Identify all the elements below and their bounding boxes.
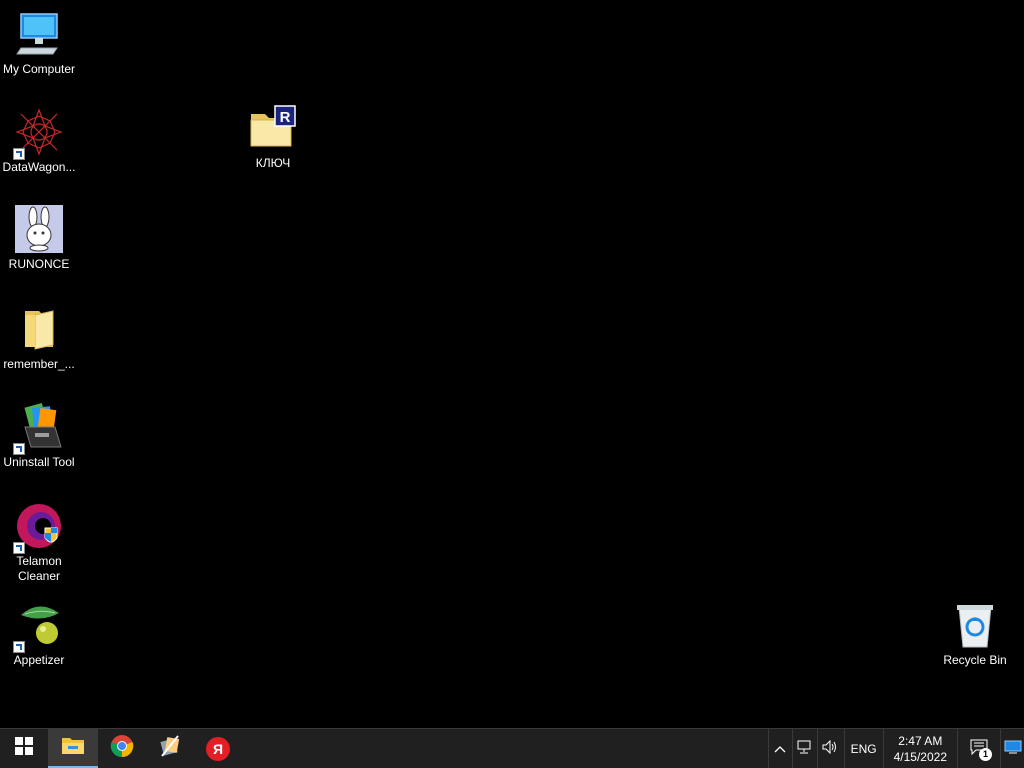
chevron-up-icon [774,742,786,756]
action-center-button[interactable]: 1 [957,729,1000,768]
clock-date: 4/15/2022 [893,749,947,764]
volume-button[interactable] [816,729,844,768]
windows-logo-icon [15,737,33,760]
desktop-icon-my-computer[interactable]: My Computer [0,10,78,77]
file-explorer-icon [62,736,84,759]
input-language-button[interactable]: ENG [843,729,883,768]
desktop-icon-remember[interactable]: remember_... [0,305,78,372]
desktop-icon-label: RUNONCE [8,257,70,271]
taskbar-file-explorer[interactable] [48,729,98,768]
chrome-icon [110,734,134,763]
desktop-icon-label: Telamon Cleaner [16,554,62,583]
appetizer-icon [13,601,63,653]
shortcut-arrow-icon [13,443,25,455]
taskbar: Я ENG 2:47 AM 4/15/2022 1 [0,728,1024,768]
shortcut-arrow-icon [13,148,25,160]
desktop-icon-appetizer[interactable]: Appetizer [0,601,78,668]
recycle-bin-icon [951,601,999,649]
desktop-icon-recycle-bin[interactable]: Recycle Bin [936,601,1014,668]
desktop-icon-kluch[interactable]: R КЛЮЧ [234,104,312,171]
desktop-icon-datawagon[interactable]: DataWagon... [0,108,78,175]
taskbar-yandex[interactable]: Я [194,729,242,768]
show-desktop-button[interactable] [1000,729,1024,768]
yandex-letter: Я [212,740,224,757]
shortcut-arrow-icon [13,641,25,653]
desktop-icon-label: DataWagon... [2,160,76,174]
desktop-icon-label: Appetizer [13,653,65,667]
desktop-icon-label: Recycle Bin [943,653,1007,667]
desktop-icon-uninstall-tool[interactable]: Uninstall Tool [0,403,78,470]
start-button[interactable] [0,729,48,768]
desktop-icon-label: My Computer [2,62,76,76]
uninstall-tool-icon [13,403,63,455]
app-icon [158,734,182,763]
language-label: ENG [850,741,877,756]
network-button[interactable] [791,729,817,768]
desktop-icon-telamon-cleaner[interactable]: Telamon Cleaner [0,502,78,584]
shortcut-arrow-icon [13,542,25,554]
folder-r-icon: R [249,104,297,152]
clock-time: 2:47 AM [898,733,943,748]
notification-count-badge: 1 [979,748,992,761]
desktop-icon-runonce[interactable]: RUNONCE [0,205,78,272]
show-hidden-icons-button[interactable] [767,729,792,768]
desktop-icon-label: Uninstall Tool [3,455,75,469]
telamon-icon [13,502,63,554]
yandex-icon: Я [206,736,230,761]
system-tray: ENG 2:47 AM 4/15/2022 1 [767,729,1024,768]
network-icon [797,740,813,757]
taskbar-chrome[interactable] [98,729,146,768]
computer-icon [15,10,63,58]
desktop-icon-label: remember_... [3,357,75,371]
taskbar-app[interactable] [146,729,194,768]
svg-text:R: R [280,109,291,126]
folder-icon [15,305,63,353]
datawagon-icon [13,108,63,160]
speaker-icon [822,739,840,757]
desktop-preview-icon [1004,740,1022,757]
desktop-icon-label: КЛЮЧ [255,156,291,170]
bunny-icon [15,205,63,253]
desktop: My Computer DataWagon... RUNONCE remembe… [0,0,1024,728]
clock-button[interactable]: 2:47 AM 4/15/2022 [882,729,957,768]
